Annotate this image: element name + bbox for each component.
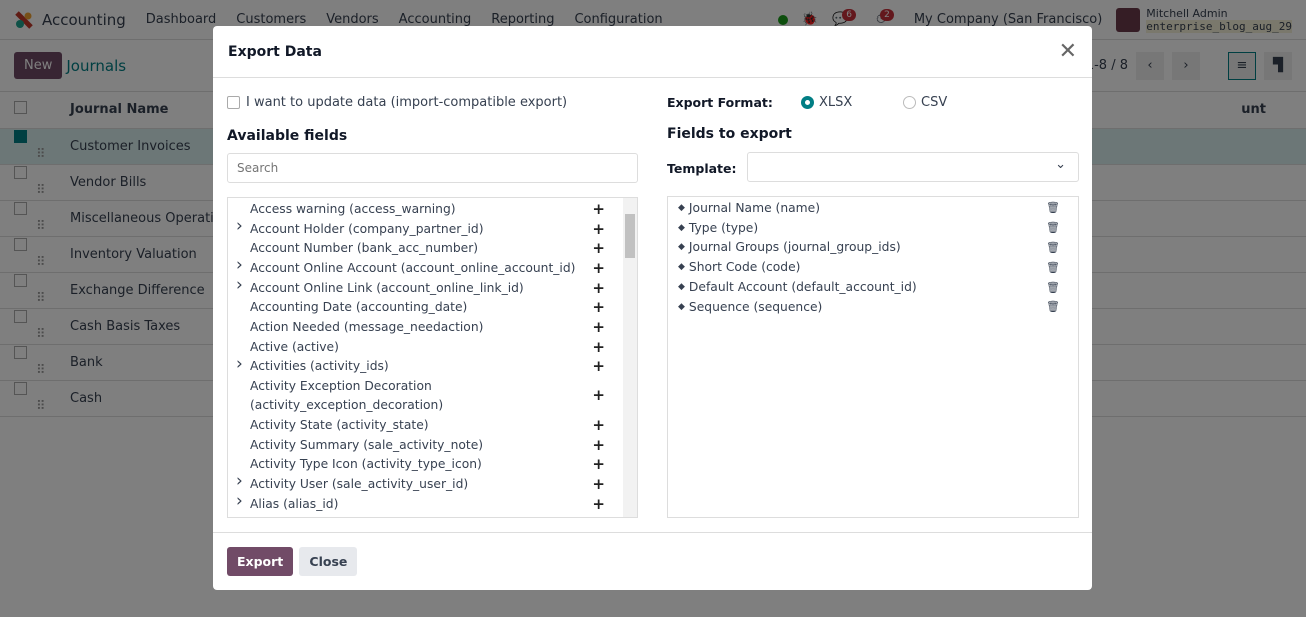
add-field-icon[interactable]: + — [592, 495, 605, 513]
format-xlsx-radio[interactable]: XLSX — [801, 95, 903, 110]
dialog-title: Export Data — [228, 43, 322, 60]
export-format-label: Export Format: — [667, 95, 773, 110]
field-label: Alias (alias_id) — [250, 496, 339, 511]
available-field[interactable]: Activity User (sale_activity_user_id) + — [228, 471, 637, 494]
field-label: Journal Name (name) — [688, 200, 821, 215]
add-field-icon[interactable]: + — [592, 200, 605, 218]
chevron-down-icon: ⌄ — [1055, 157, 1066, 172]
export-field[interactable]: ◆ Journal Name (name) 🗑 — [668, 198, 1078, 218]
field-label: Activity State (activity_state) — [250, 418, 429, 433]
available-field[interactable]: Alias (alias_id) + — [228, 491, 637, 514]
add-field-icon[interactable]: + — [592, 298, 605, 316]
add-field-icon[interactable]: + — [592, 338, 605, 356]
format-csv-radio[interactable]: CSV — [903, 95, 947, 110]
add-field-icon[interactable]: + — [592, 220, 605, 238]
add-field-icon[interactable]: + — [592, 279, 605, 297]
trash-icon[interactable]: 🗑 — [1046, 300, 1060, 313]
trash-icon[interactable]: 🗑 — [1046, 281, 1060, 294]
import-compatible-label: I want to update data (import-compatible… — [246, 95, 568, 110]
field-label: Type (type) — [688, 220, 759, 235]
field-label: Activity Type Icon (activity_type_icon) — [250, 457, 482, 472]
available-field[interactable]: Activity State (activity_state) + — [228, 415, 637, 435]
add-field-icon[interactable]: + — [592, 239, 605, 257]
field-label: Account Online Link (account_online_link… — [250, 280, 524, 295]
field-label: Account Number (bank_acc_number) — [250, 241, 479, 256]
xlsx-label: XLSX — [819, 95, 853, 110]
field-label: Action Needed (message_needaction) — [250, 319, 484, 334]
import-compatible-checkbox[interactable]: I want to update data (import-compatible… — [227, 95, 567, 110]
add-field-icon[interactable]: + — [592, 259, 605, 277]
drag-sort-icon[interactable]: ◆ — [678, 203, 685, 213]
field-label: Sequence (sequence) — [688, 299, 823, 314]
trash-icon[interactable]: 🗑 — [1046, 221, 1060, 234]
add-field-icon[interactable]: + — [592, 357, 605, 375]
export-button[interactable]: Export — [227, 547, 294, 576]
field-label: Access warning (access_warning) — [250, 201, 456, 216]
field-label: Short Code (code) — [688, 260, 801, 275]
available-field[interactable]: Account Online Link (account_online_link… — [228, 275, 637, 298]
field-label: Activity Exception Decoration (activity_… — [250, 378, 444, 412]
field-label: Account Holder (company_partner_id) — [250, 221, 484, 236]
available-field[interactable]: Accounting Date (accounting_date) + — [228, 297, 637, 317]
dialog-footer: Export Close — [213, 532, 1092, 590]
drag-sort-icon[interactable]: ◆ — [678, 262, 685, 272]
export-field[interactable]: ◆ Journal Groups (journal_group_ids) 🗑 — [668, 238, 1078, 258]
export-field[interactable]: ◆ Type (type) 🗑 — [668, 218, 1078, 238]
field-label: Activity User (sale_activity_user_id) — [250, 477, 469, 492]
add-field-icon[interactable]: + — [592, 475, 605, 493]
available-field[interactable]: Account Number (bank_acc_number) + — [228, 238, 637, 258]
available-field[interactable]: Access warning (access_warning) + — [228, 199, 637, 219]
add-field-icon[interactable]: + — [592, 318, 605, 336]
add-field-icon[interactable]: + — [592, 416, 605, 434]
csv-label: CSV — [921, 95, 948, 110]
field-label: Default Account (default_account_id) — [688, 280, 917, 295]
field-label: Journal Groups (journal_group_ids) — [688, 240, 901, 255]
available-fields-title: Available fields — [227, 128, 348, 144]
drag-sort-icon[interactable]: ◆ — [678, 223, 685, 233]
field-label: Account Online Account (account_online_a… — [250, 260, 576, 275]
field-label: Activity Summary (sale_activity_note) — [250, 437, 484, 452]
available-field[interactable]: Activity Summary (sale_activity_note) + — [228, 435, 637, 455]
close-icon[interactable]: ✕ — [1059, 39, 1077, 64]
add-field-icon[interactable]: + — [592, 386, 605, 405]
export-field[interactable]: ◆ Short Code (code) 🗑 — [668, 257, 1078, 277]
drag-sort-icon[interactable]: ◆ — [678, 242, 685, 252]
trash-icon[interactable]: 🗑 — [1046, 261, 1060, 274]
available-field[interactable]: Action Needed (message_needaction) + — [228, 317, 637, 337]
export-dialog: Export Data ✕ I want to update data (impo… — [213, 26, 1092, 590]
available-field[interactable]: Activity Type Icon (activity_type_icon) + — [228, 455, 637, 475]
close-button[interactable]: Close — [299, 547, 358, 576]
search-input[interactable] — [227, 153, 638, 183]
drag-sort-icon[interactable]: ◆ — [678, 282, 685, 292]
available-field[interactable]: Account Holder (company_partner_id) + — [228, 216, 637, 239]
available-field[interactable]: Account Online Account (account_online_a… — [228, 255, 637, 278]
available-field[interactable]: Activities (activity_ids) + — [228, 354, 637, 377]
export-field[interactable]: ◆ Default Account (default_account_id) 🗑 — [668, 277, 1078, 297]
field-label: Active (active) — [250, 339, 339, 354]
drag-sort-icon[interactable]: ◆ — [678, 302, 685, 312]
scrollbar[interactable] — [623, 198, 637, 517]
field-label: Accounting Date (accounting_date) — [250, 300, 468, 315]
export-field[interactable]: ◆ Sequence (sequence) 🗑 — [668, 297, 1078, 317]
fields-to-export-list: ◆ Journal Name (name) 🗑 ◆ Type (type) 🗑 ◆ Journ… — [667, 196, 1079, 518]
fields-to-export-title: Fields to export — [667, 126, 792, 142]
trash-icon[interactable]: 🗑 — [1046, 241, 1060, 254]
available-field[interactable]: Activity Exception Decoration (activity_… — [228, 376, 637, 415]
trash-icon[interactable]: 🗑 — [1046, 201, 1060, 214]
template-label: Template: — [667, 161, 737, 176]
add-field-icon[interactable]: + — [592, 455, 605, 473]
available-field[interactable]: Active (active) + — [228, 337, 637, 357]
available-fields-list: Access warning (access_warning)+Account … — [227, 197, 638, 518]
add-field-icon[interactable]: + — [592, 436, 605, 454]
template-select[interactable]: ⌄ — [747, 152, 1079, 182]
field-label: Activities (activity_ids) — [250, 359, 389, 374]
